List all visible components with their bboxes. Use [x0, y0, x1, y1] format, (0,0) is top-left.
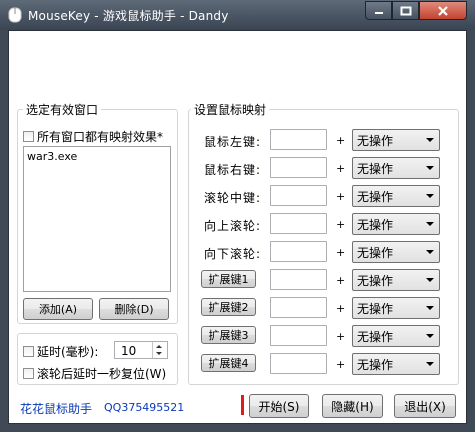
- mapping-label-right-button: 鼠标右键:: [204, 163, 262, 177]
- mapping-input-wheel-down[interactable]: [270, 241, 327, 262]
- title-bar[interactable]: MouseKey - 游戏鼠标助手 - Dandy: [0, 0, 475, 30]
- start-button[interactable]: 开始(S): [249, 394, 309, 418]
- mapping-label-left-button: 鼠标左键:: [204, 135, 262, 149]
- combo-value: 无操作: [357, 357, 394, 372]
- add-button[interactable]: 添加(A): [23, 298, 93, 320]
- window-list[interactable]: war3.exe: [23, 146, 171, 292]
- window-title: MouseKey - 游戏鼠标助手 - Dandy: [28, 9, 229, 23]
- reset-checkbox-label: 滚轮后延时一秒复位(W): [37, 367, 167, 381]
- mapping-input-extend-key-1[interactable]: [270, 269, 327, 290]
- extend-key-3-button[interactable]: 扩展键3: [201, 326, 256, 344]
- checkbox-box[interactable]: [23, 368, 34, 379]
- minimize-icon: [374, 11, 383, 14]
- combo-value: 无操作: [357, 133, 394, 148]
- plus-sign: +: [336, 134, 346, 147]
- mapping-action-middle-button[interactable]: 无操作: [352, 185, 440, 207]
- plus-sign: +: [336, 302, 346, 315]
- mapping-input-right-button[interactable]: [270, 157, 327, 178]
- spin-up-icon[interactable]: [156, 345, 162, 348]
- window-select-group-title: 选定有效窗口: [23, 101, 102, 118]
- combo-value: 无操作: [357, 273, 394, 288]
- extend-key-4-button[interactable]: 扩展键4: [201, 354, 256, 372]
- mapping-label-middle-button: 滚轮中键:: [204, 191, 262, 205]
- dropdown-arrow-icon[interactable]: [426, 222, 434, 226]
- dropdown-arrow-icon[interactable]: [426, 166, 434, 170]
- mapping-action-extend-key-4[interactable]: 无操作: [352, 353, 440, 375]
- checkbox-box[interactable]: [23, 131, 34, 142]
- dropdown-arrow-icon[interactable]: [426, 362, 434, 366]
- mapping-label-wheel-down: 向下滚轮:: [204, 247, 262, 261]
- mapping-action-wheel-up[interactable]: 无操作: [352, 213, 440, 235]
- plus-sign: +: [336, 162, 346, 175]
- minimize-button[interactable]: [365, 1, 392, 20]
- plus-sign: +: [336, 246, 346, 259]
- mapping-input-wheel-up[interactable]: [270, 213, 327, 234]
- mapping-label-wheel-up: 向上滚轮:: [204, 219, 262, 233]
- delay-value[interactable]: 10: [121, 344, 136, 358]
- mapping-action-extend-key-1[interactable]: 无操作: [352, 269, 440, 291]
- dropdown-arrow-icon[interactable]: [426, 306, 434, 310]
- dropdown-arrow-icon[interactable]: [426, 194, 434, 198]
- mapping-action-right-button[interactable]: 无操作: [352, 157, 440, 179]
- combo-value: 无操作: [357, 245, 394, 260]
- plus-sign: +: [336, 190, 346, 203]
- mapping-input-left-button[interactable]: [270, 129, 327, 150]
- extend-key-1-button[interactable]: 扩展键1: [201, 270, 256, 288]
- red-marker: [241, 395, 244, 415]
- all-windows-checkbox-label: 所有窗口都有映射效果*: [37, 130, 164, 144]
- mapping-action-wheel-down[interactable]: 无操作: [352, 241, 440, 263]
- plus-sign: +: [336, 330, 346, 343]
- dropdown-arrow-icon[interactable]: [426, 138, 434, 142]
- close-button[interactable]: [419, 1, 467, 20]
- maximize-icon: [400, 6, 411, 15]
- list-item[interactable]: war3.exe: [27, 150, 77, 163]
- dropdown-arrow-icon[interactable]: [426, 250, 434, 254]
- combo-value: 无操作: [357, 217, 394, 232]
- combo-value: 无操作: [357, 161, 394, 176]
- qq-link[interactable]: QQ375495521: [104, 401, 184, 414]
- delay-checkbox-label: 延时(毫秒):: [37, 345, 99, 359]
- extend-key-2-button[interactable]: 扩展键2: [201, 298, 256, 316]
- plus-sign: +: [336, 274, 346, 287]
- dropdown-arrow-icon[interactable]: [426, 334, 434, 338]
- close-icon: [438, 5, 448, 16]
- mapping-input-middle-button[interactable]: [270, 185, 327, 206]
- delete-button[interactable]: 删除(D): [99, 298, 169, 320]
- mapping-group-title: 设置鼠标映射: [191, 101, 270, 118]
- combo-value: 无操作: [357, 301, 394, 316]
- spin-down-icon[interactable]: [156, 352, 162, 355]
- plus-sign: +: [336, 358, 346, 371]
- spin-buttons[interactable]: [152, 342, 167, 358]
- mapping-action-extend-key-2[interactable]: 无操作: [352, 297, 440, 319]
- checkbox-box[interactable]: [23, 346, 34, 357]
- mapping-input-extend-key-4[interactable]: [270, 353, 327, 374]
- combo-value: 无操作: [357, 329, 394, 344]
- dropdown-arrow-icon[interactable]: [426, 278, 434, 282]
- client-area: 选定有效窗口 所有窗口都有映射效果* war3.exe 添加(A) 删除(D) …: [8, 30, 467, 424]
- delay-spinbox[interactable]: 10: [114, 341, 168, 359]
- exit-button[interactable]: 退出(X): [394, 394, 456, 418]
- combo-value: 无操作: [357, 189, 394, 204]
- mapping-action-extend-key-3[interactable]: 无操作: [352, 325, 440, 347]
- reset-checkbox[interactable]: 滚轮后延时一秒复位(W): [23, 365, 166, 382]
- mapping-input-extend-key-3[interactable]: [270, 325, 327, 346]
- mouse-icon: [8, 7, 22, 23]
- plus-sign: +: [336, 218, 346, 231]
- app-link[interactable]: 花花鼠标助手: [20, 400, 92, 417]
- maximize-button[interactable]: [392, 1, 419, 20]
- all-windows-checkbox[interactable]: 所有窗口都有映射效果*: [23, 128, 163, 145]
- delay-checkbox[interactable]: 延时(毫秒):: [23, 343, 98, 360]
- hide-button[interactable]: 隐藏(H): [322, 394, 383, 418]
- mapping-input-extend-key-2[interactable]: [270, 297, 327, 318]
- mapping-action-left-button[interactable]: 无操作: [352, 129, 440, 151]
